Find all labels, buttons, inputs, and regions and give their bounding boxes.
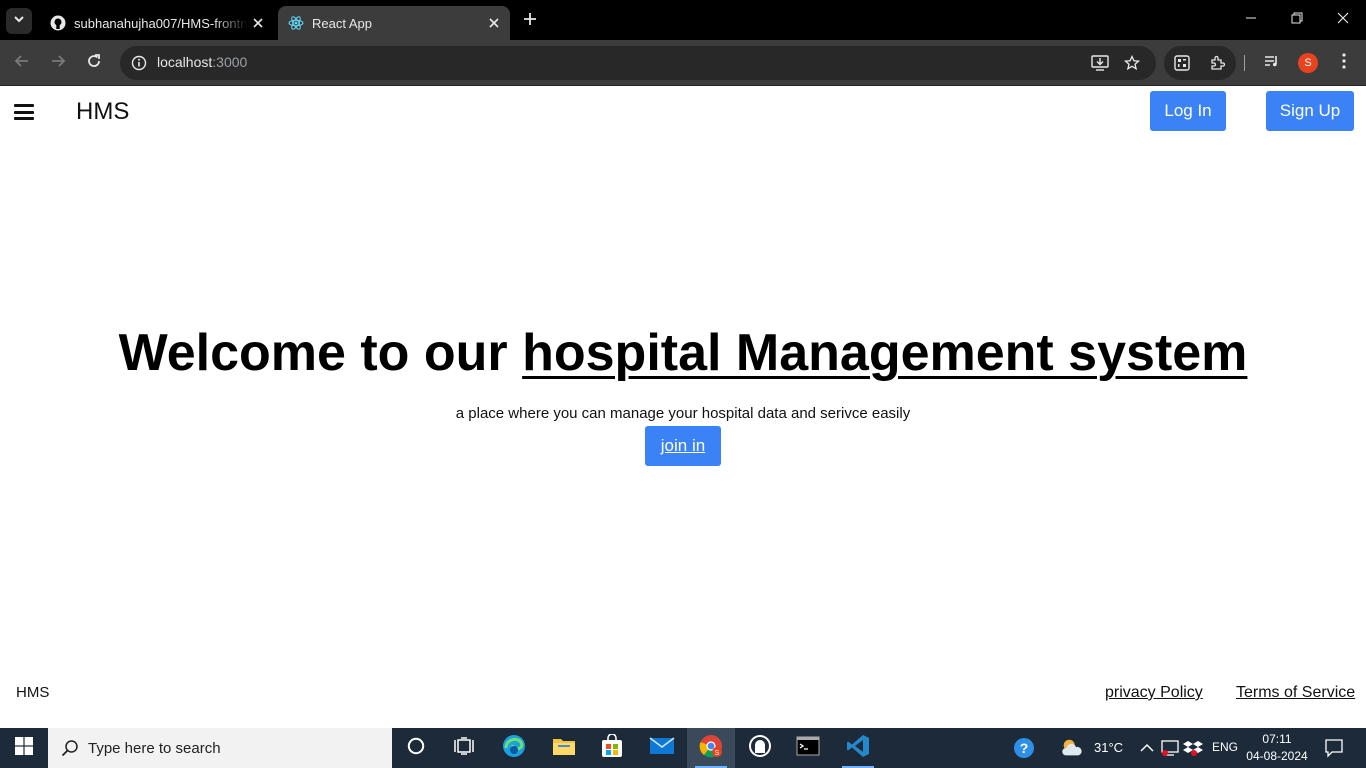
mail-icon [649,736,675,761]
close-icon [1337,11,1349,29]
tab-search-button[interactable] [6,8,32,34]
address-bar[interactable]: localhost:3000 [120,46,1156,80]
taskbar-vscode[interactable] [834,728,882,768]
chevron-down-icon [13,12,25,30]
new-tab-button[interactable] [518,9,542,33]
profile-avatar[interactable]: S [1298,53,1318,73]
web-page: HMS Log In Sign Up Welcome to our hospit… [0,87,1366,728]
reload-icon [86,53,102,74]
chrome-icon: S [698,733,724,764]
tab-react-app[interactable]: React App [278,6,510,40]
folder-icon [552,736,576,761]
minimize-button[interactable] [1228,0,1274,40]
system-clock[interactable]: 07:11 04-08-2024 [1240,731,1314,765]
hamburger-line [14,117,34,120]
hero-title: Welcome to our hospital Management syste… [0,323,1366,383]
search-icon [60,738,80,758]
close-icon[interactable] [484,13,504,33]
plus-icon [523,12,537,31]
chevron-up-icon[interactable] [1135,736,1159,760]
clock-date: 04-08-2024 [1246,749,1308,763]
star-icon[interactable] [1121,52,1143,74]
minimize-icon [1245,11,1257,29]
task-view-icon [454,736,474,760]
media-controls-button[interactable] [1258,49,1286,77]
browser-tab-strip: subhanahujha007/HMS-frontnend React App [0,0,1366,40]
extensions-group [1164,46,1236,80]
url-text: localhost:3000 [157,54,247,70]
extensions-icon[interactable] [1207,52,1229,74]
arrow-left-icon [14,53,30,74]
navbar-brand[interactable]: HMS [76,98,129,126]
tab-title: subhanahujha007/HMS-frontnend [74,15,248,31]
network-icon[interactable] [1158,736,1182,760]
browser-menu-button[interactable] [1330,49,1358,77]
playlist-icon [1264,53,1280,74]
restore-button[interactable] [1274,0,1320,40]
privacy-policy-link[interactable]: privacy Policy [1105,684,1203,702]
join-in-button[interactable]: join in [645,426,721,466]
dropbox-icon[interactable] [1181,736,1205,760]
more-vertical-icon [1342,52,1346,74]
weather-icon[interactable] [1060,736,1084,760]
taskbar-store[interactable] [588,728,636,768]
github-desktop-icon [748,734,772,763]
search-placeholder: Type here to search [88,739,221,757]
cortana-circle-icon [407,737,425,760]
hamburger-line [14,110,34,114]
help-icon[interactable]: ? [1012,736,1036,760]
taskbar-chrome[interactable]: S [687,728,735,768]
reload-button[interactable] [80,49,108,77]
terms-of-service-link[interactable]: Terms of Service [1236,684,1355,702]
notifications-icon[interactable] [1322,736,1346,760]
input-language[interactable]: ENG [1212,740,1238,754]
start-button[interactable] [0,728,48,768]
site-info-icon[interactable] [128,52,150,74]
hero-title-highlight: hospital Management system [522,324,1248,382]
login-button[interactable]: Log In [1150,91,1226,131]
hamburger-line [14,104,34,107]
back-button[interactable] [8,49,36,77]
tab-github[interactable]: subhanahujha007/HMS-frontnend [40,6,274,40]
install-app-icon[interactable] [1089,52,1111,74]
close-icon[interactable] [248,13,268,33]
restore-icon [1291,11,1303,29]
url-port: :3000 [212,54,248,70]
react-icon [288,15,304,31]
terminal-icon [796,736,820,761]
hero-title-plain: Welcome to our [118,324,523,382]
weather-temperature: 31°C [1094,740,1124,755]
qr-code-icon[interactable] [1171,52,1193,74]
edge-icon [501,733,527,764]
taskbar-file-explorer[interactable] [540,728,588,768]
windows-taskbar: Type here to search S ? 31°C ENG 07:11 0… [0,728,1366,768]
toolbar-separator [1244,55,1245,71]
url-host: localhost [157,54,213,70]
hero-subtitle: a place where you can manage your hospit… [455,405,911,422]
taskbar-mail[interactable] [638,728,686,768]
taskbar-github-desktop[interactable] [736,728,784,768]
footer-brand: HMS [16,684,50,701]
svg-text:?: ? [1020,740,1029,756]
forward-button[interactable] [44,49,72,77]
signup-button[interactable]: Sign Up [1266,91,1354,131]
clock-time: 07:11 [1262,732,1292,746]
github-icon [50,15,66,31]
svg-text:S: S [715,750,720,757]
task-view-button[interactable] [440,728,488,768]
taskbar-search-box[interactable]: Type here to search [48,728,392,768]
cortana-button[interactable] [392,728,440,768]
hamburger-menu-icon[interactable] [14,104,34,120]
windows-logo-icon [15,736,33,760]
taskbar-edge[interactable] [490,728,538,768]
browser-toolbar: localhost:3000 S [0,40,1366,86]
taskbar-terminal[interactable] [784,728,832,768]
close-window-button[interactable] [1320,0,1366,40]
store-icon [600,732,624,763]
arrow-right-icon [50,53,66,74]
tab-title: React App [312,15,372,31]
vscode-icon [846,734,870,763]
